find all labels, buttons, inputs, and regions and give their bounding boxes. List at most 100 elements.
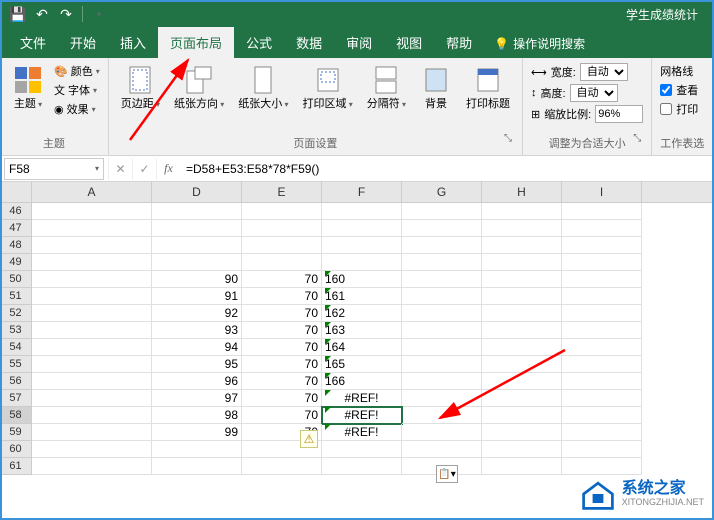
cell[interactable] <box>32 339 152 356</box>
scale-input[interactable] <box>595 105 643 123</box>
cell[interactable] <box>562 407 642 424</box>
background-button[interactable]: 背景 <box>416 62 456 113</box>
cell[interactable] <box>32 458 152 475</box>
tab-data[interactable]: 数据 <box>284 27 334 58</box>
cell[interactable] <box>322 441 402 458</box>
cell[interactable]: 70 <box>242 288 322 305</box>
cell[interactable] <box>322 458 402 475</box>
themes-button[interactable]: 主题 ▾ <box>8 62 48 113</box>
cell[interactable] <box>152 441 242 458</box>
cell[interactable] <box>562 305 642 322</box>
cell[interactable] <box>562 390 642 407</box>
cell[interactable] <box>32 288 152 305</box>
cell[interactable] <box>402 220 482 237</box>
cell[interactable] <box>152 254 242 271</box>
col-header-H[interactable]: H <box>482 182 562 202</box>
cell[interactable] <box>562 441 642 458</box>
cell[interactable] <box>482 458 562 475</box>
cell[interactable] <box>402 305 482 322</box>
tab-insert[interactable]: 插入 <box>108 27 158 58</box>
row-header[interactable]: 50 <box>0 271 32 288</box>
cell[interactable] <box>152 237 242 254</box>
paste-options-button[interactable]: 📋▾ <box>436 465 458 483</box>
cell[interactable] <box>482 390 562 407</box>
insert-function-button[interactable]: fx <box>156 158 180 180</box>
cell[interactable] <box>242 458 322 475</box>
cell[interactable] <box>152 220 242 237</box>
tab-view[interactable]: 视图 <box>384 27 434 58</box>
cell[interactable] <box>32 390 152 407</box>
cell[interactable] <box>32 407 152 424</box>
cell[interactable] <box>152 458 242 475</box>
undo-button[interactable]: ↶ <box>30 2 54 26</box>
col-header-I[interactable]: I <box>562 182 642 202</box>
cell[interactable]: 93 <box>152 322 242 339</box>
cell[interactable] <box>32 203 152 220</box>
cell[interactable] <box>482 441 562 458</box>
cell[interactable] <box>562 373 642 390</box>
cell[interactable]: 70 <box>242 339 322 356</box>
cell[interactable] <box>482 203 562 220</box>
cell[interactable]: 165 <box>322 356 402 373</box>
cell[interactable] <box>322 254 402 271</box>
cell[interactable] <box>562 254 642 271</box>
enter-formula-button[interactable]: ✓ <box>132 158 156 180</box>
row-header[interactable]: 56 <box>0 373 32 390</box>
cell[interactable] <box>482 322 562 339</box>
cell[interactable] <box>562 220 642 237</box>
cell[interactable]: #REF! <box>322 390 402 407</box>
cell[interactable]: 70 <box>242 356 322 373</box>
cell[interactable] <box>402 441 482 458</box>
col-header-G[interactable]: G <box>402 182 482 202</box>
cell[interactable] <box>482 407 562 424</box>
cell[interactable]: 99 <box>152 424 242 441</box>
cell[interactable] <box>482 356 562 373</box>
cell[interactable] <box>402 271 482 288</box>
cell[interactable]: 90 <box>152 271 242 288</box>
cell[interactable]: 162 <box>322 305 402 322</box>
cell[interactable] <box>482 271 562 288</box>
row-header[interactable]: 47 <box>0 220 32 237</box>
cell[interactable] <box>482 305 562 322</box>
page-setup-launcher[interactable]: ⤡ <box>504 133 514 144</box>
cell[interactable] <box>482 237 562 254</box>
error-trace-icon[interactable]: ⚠ <box>300 430 318 448</box>
cell[interactable] <box>482 254 562 271</box>
cell[interactable]: 70 <box>242 305 322 322</box>
cell[interactable] <box>402 288 482 305</box>
cell[interactable] <box>242 237 322 254</box>
cell[interactable] <box>482 339 562 356</box>
cell[interactable] <box>562 322 642 339</box>
cell[interactable] <box>482 288 562 305</box>
cell[interactable] <box>32 322 152 339</box>
row-header[interactable]: 59 <box>0 424 32 441</box>
cell[interactable] <box>32 237 152 254</box>
cell[interactable] <box>402 322 482 339</box>
print-titles-button[interactable]: 打印标题 <box>462 62 514 113</box>
height-select[interactable]: 自动 <box>570 84 618 102</box>
cell[interactable]: 70 <box>242 407 322 424</box>
cell[interactable]: 97 <box>152 390 242 407</box>
cell[interactable] <box>562 203 642 220</box>
cell[interactable] <box>32 356 152 373</box>
cell[interactable]: #REF! <box>322 407 402 424</box>
tab-help[interactable]: 帮助 <box>434 27 484 58</box>
save-button[interactable]: 💾 <box>6 2 30 26</box>
cell[interactable] <box>242 220 322 237</box>
gridlines-view-checkbox[interactable] <box>660 84 672 96</box>
cell[interactable] <box>402 254 482 271</box>
cell[interactable] <box>402 237 482 254</box>
cell[interactable] <box>32 271 152 288</box>
cell[interactable]: 161 <box>322 288 402 305</box>
cell[interactable] <box>402 424 482 441</box>
cell[interactable] <box>562 339 642 356</box>
row-header[interactable]: 60 <box>0 441 32 458</box>
row-header[interactable]: 46 <box>0 203 32 220</box>
cell[interactable]: 95 <box>152 356 242 373</box>
cell[interactable] <box>32 441 152 458</box>
margins-button[interactable]: 页边距 ▾ <box>117 62 164 113</box>
cell[interactable] <box>402 407 482 424</box>
tab-home[interactable]: 开始 <box>58 27 108 58</box>
cell[interactable] <box>242 254 322 271</box>
col-header-F[interactable]: F <box>322 182 402 202</box>
